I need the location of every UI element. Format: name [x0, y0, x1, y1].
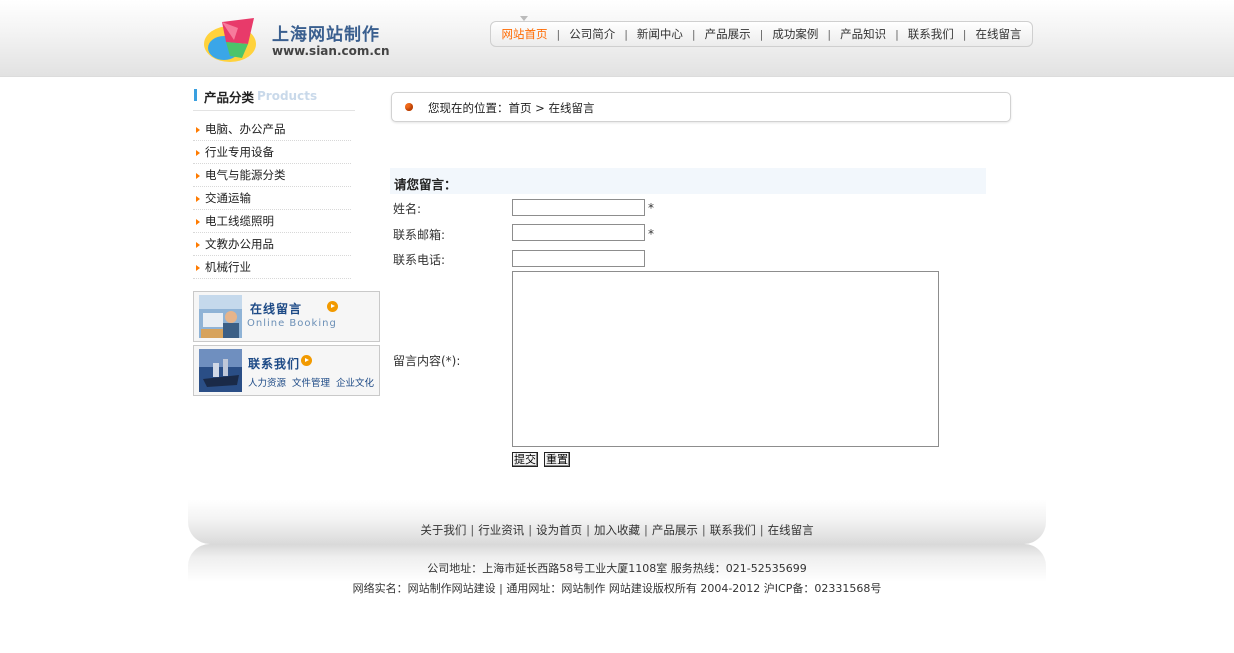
phone-field[interactable] — [512, 250, 645, 267]
footer-separator: | — [528, 523, 533, 537]
nav-item-home[interactable]: 网站首页 — [492, 16, 556, 42]
form-heading-bar: 请您留言： — [390, 168, 986, 194]
heading-accent-bar — [194, 89, 197, 101]
link-culture[interactable]: 企业文化 — [336, 375, 374, 389]
phone-label: 联系电话: — [393, 253, 446, 267]
sidebar: 产品分类 Products 电脑、办公产品 行业专用设备 电气与能源分类 交通运… — [193, 86, 381, 396]
logo-emblem-icon — [204, 18, 256, 62]
footer-link-contact[interactable]: 联系我们 — [710, 523, 756, 537]
footer-link-sethome[interactable]: 设为首页 — [536, 523, 582, 537]
booking-subtitle: Online Booking — [247, 318, 337, 329]
footer-link-bookmark[interactable]: 加入收藏 — [594, 523, 640, 537]
footer-separator: | — [701, 523, 706, 537]
category-title: 产品分类 — [204, 90, 255, 105]
brand-url: www.sian.com.cn — [272, 44, 390, 58]
nav-item-about[interactable]: 公司简介 — [560, 26, 624, 42]
site-header: 上海网站制作 www.sian.com.cn 网站首页 | 公司简介 | 新闻中… — [0, 0, 1234, 77]
breadcrumb-current: 在线留言 — [548, 101, 595, 115]
footer-separator: | — [644, 523, 648, 537]
footer-nav: 关于我们 | 行业资讯 | 设为首页 | 加入收藏 | 产品展示 | 联系我们 | 在线留言 — [188, 500, 1046, 544]
footer-separator: | — [586, 523, 590, 537]
nav-item-news[interactable]: 新闻中心 — [628, 26, 692, 42]
go-arrow-icon — [327, 301, 338, 312]
content-label: 留言内容(*): — [393, 354, 461, 368]
link-files[interactable]: 文件管理 — [292, 375, 330, 389]
contact-links: 人力资源 文件管理 企业文化 — [248, 375, 374, 389]
footer-separator: | — [470, 523, 475, 537]
online-booking-banner[interactable]: 在线留言 Online Booking — [193, 291, 380, 342]
footer-copyright: 网络实名：网站制作网站建设 | 通用网址：网站制作 网站建设版权所有 2004-… — [352, 582, 882, 595]
category-item[interactable]: 行业专用设备 — [193, 142, 351, 164]
form-heading: 请您留言： — [394, 177, 457, 192]
footer-address: 公司地址：上海市延长西路58号工业大厦1108室 服务热线：021-525356… — [427, 562, 807, 575]
footer-link-industry[interactable]: 行业资讯 — [478, 523, 524, 537]
go-arrow-icon — [301, 355, 312, 366]
category-item[interactable]: 交通运输 — [193, 188, 351, 210]
footer-separator: | — [759, 523, 764, 537]
breadcrumb: 您现在的位置：首页 > 在线留言 — [391, 92, 1011, 122]
nav-item-knowledge[interactable]: 产品知识 — [831, 26, 895, 42]
category-title-en: Products — [257, 89, 318, 103]
breadcrumb-bullet-icon — [405, 103, 413, 111]
brand-title: 上海网站制作 — [272, 25, 380, 45]
main-nav: 网站首页 | 公司简介 | 新闻中心 | 产品展示 | 成功案例 | 产品知识 … — [490, 16, 1033, 47]
booking-photo-icon — [199, 295, 242, 338]
email-label: 联系邮箱: — [393, 228, 446, 242]
breadcrumb-arrow: > — [535, 101, 545, 115]
nav-item-cases[interactable]: 成功案例 — [763, 26, 827, 42]
link-hr[interactable]: 人力资源 — [248, 375, 286, 389]
footer-link-about[interactable]: 关于我们 — [420, 523, 466, 537]
category-item[interactable]: 电气与能源分类 — [193, 165, 351, 187]
breadcrumb-text: 您现在的位置：首页 > 在线留言 — [428, 100, 594, 116]
category-item[interactable]: 电工线缆照明 — [193, 211, 351, 233]
category-item[interactable]: 电脑、办公产品 — [193, 119, 351, 141]
reset-button[interactable]: 重置 — [544, 452, 570, 467]
ship-photo-icon — [199, 349, 242, 392]
category-heading: 产品分类 Products — [193, 86, 355, 111]
message-textarea[interactable] — [512, 271, 939, 447]
name-field[interactable] — [512, 199, 645, 216]
required-mark: * — [648, 227, 654, 241]
category-list: 电脑、办公产品 行业专用设备 电气与能源分类 交通运输 电工线缆照明 文教办公用… — [193, 119, 351, 279]
booking-title: 在线留言 — [250, 302, 303, 316]
category-item[interactable]: 机械行业 — [193, 257, 351, 279]
breadcrumb-prefix: 您现在的位置： — [428, 101, 509, 115]
breadcrumb-home-link[interactable]: 首页 — [509, 101, 532, 115]
name-label: 姓名: — [393, 202, 422, 216]
footer-link-guestbook[interactable]: 在线留言 — [768, 523, 814, 537]
required-mark: * — [648, 201, 654, 215]
email-field[interactable] — [512, 224, 645, 241]
nav-item-guestbook[interactable]: 在线留言 — [967, 26, 1031, 42]
site-logo[interactable]: 上海网站制作 www.sian.com.cn — [200, 14, 390, 66]
contact-title: 联系我们 — [248, 357, 301, 371]
nav-item-contact[interactable]: 联系我们 — [899, 26, 963, 42]
category-item[interactable]: 文教办公用品 — [193, 234, 351, 256]
contact-us-banner[interactable]: 联系我们 人力资源 文件管理 企业文化 — [193, 345, 380, 396]
footer-links: 关于我们 | 行业资讯 | 设为首页 | 加入收藏 | 产品展示 | 联系我们 | 在线留言 — [188, 522, 1046, 538]
nav-item-products[interactable]: 产品展示 — [696, 26, 760, 42]
footer-link-products[interactable]: 产品展示 — [652, 523, 698, 537]
submit-button[interactable]: 提交 — [512, 452, 538, 467]
